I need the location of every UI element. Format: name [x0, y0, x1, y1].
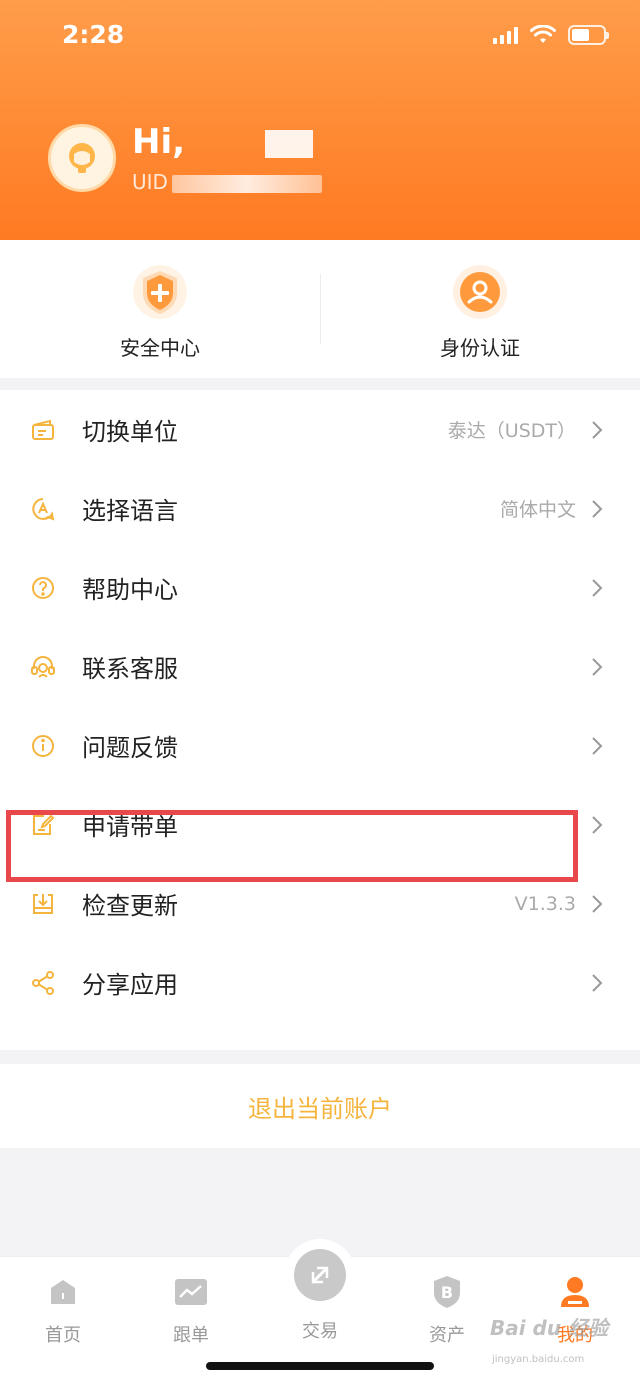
tab-home[interactable]: 首页	[8, 1273, 118, 1347]
chevron-right-icon	[592, 420, 603, 439]
tab-copy-trade[interactable]: 跟单	[136, 1273, 246, 1347]
home-indicator	[206, 1362, 434, 1370]
menu-item-contact-support[interactable]: 联系客服	[0, 627, 640, 706]
watermark-url: jingyan.baidu.com	[492, 1354, 585, 1365]
tab-label: 跟单	[173, 1325, 209, 1346]
identity-verification-label: 身份认证	[440, 336, 520, 360]
profile-header: 2:28 Hi, UID	[0, 0, 640, 240]
watermark: Bai du 经验	[490, 1316, 609, 1340]
logout-button[interactable]: 退出当前账户	[0, 1064, 640, 1148]
menu-item-select-language[interactable]: 选择语言 简体中文	[0, 469, 640, 548]
chevron-right-icon	[592, 499, 603, 518]
avatar-face-icon	[69, 143, 95, 173]
trade-center-button[interactable]	[294, 1249, 346, 1301]
chevron-right-icon	[592, 657, 603, 676]
menu-label: 申请带单	[82, 813, 178, 841]
chevron-right-icon	[592, 894, 603, 913]
shield-plus-icon	[132, 264, 188, 320]
home-icon	[44, 1273, 82, 1311]
menu-label: 检查更新	[82, 892, 178, 920]
avatar[interactable]	[48, 124, 116, 192]
menu-value: 泰达（USDT）	[447, 420, 576, 442]
redacted-username	[265, 129, 314, 158]
language-icon	[30, 496, 56, 522]
update-download-icon	[30, 891, 56, 917]
uid-text: UID	[132, 170, 322, 194]
battery-icon	[568, 25, 609, 45]
user-icon	[556, 1273, 594, 1311]
wallet-card-icon	[30, 417, 56, 443]
chevron-right-icon	[592, 736, 603, 755]
person-badge-icon	[452, 264, 508, 320]
redacted-uid	[171, 174, 322, 193]
status-time: 2:28	[62, 20, 125, 49]
chevron-right-icon	[592, 578, 603, 597]
status-icons	[493, 24, 609, 46]
menu-label: 帮助中心	[82, 576, 178, 604]
menu-label: 选择语言	[82, 497, 178, 525]
tab-label: 交易	[302, 1321, 338, 1342]
tab-label: 首页	[45, 1325, 81, 1346]
menu-item-apply-lead-trading[interactable]: 申请带单	[0, 785, 640, 864]
help-circle-icon	[30, 575, 56, 601]
tab-assets[interactable]: B 资产	[392, 1273, 502, 1347]
menu-label: 联系客服	[82, 655, 178, 683]
menu-label: 分享应用	[82, 971, 178, 999]
uid-label: UID	[132, 170, 168, 194]
menu-item-share-app[interactable]: 分享应用	[0, 943, 640, 1022]
wifi-icon	[530, 25, 556, 43]
headset-icon	[30, 654, 56, 680]
trend-chart-icon	[172, 1273, 210, 1311]
menu-value: 简体中文	[499, 499, 576, 521]
identity-verification-button[interactable]: 身份认证	[320, 240, 640, 378]
quick-divider	[320, 274, 321, 344]
edit-document-icon	[30, 812, 56, 838]
chevron-right-icon	[592, 973, 603, 992]
info-circle-icon	[30, 733, 56, 759]
menu-item-switch-unit[interactable]: 切换单位 泰达（USDT）	[0, 390, 640, 469]
greeting-label: Hi,	[132, 122, 186, 162]
security-center-label: 安全中心	[120, 336, 200, 360]
bitcoin-shield-icon: B	[428, 1273, 466, 1311]
tab-label: 资产	[429, 1325, 465, 1346]
settings-menu: 切换单位 泰达（USDT） 选择语言 简体中文 帮助中心 联系客服 问题反馈 申…	[0, 390, 640, 1050]
tab-trade[interactable]: 交易	[265, 1307, 375, 1343]
menu-label: 问题反馈	[82, 734, 178, 762]
menu-label: 切换单位	[82, 418, 178, 446]
status-bar: 2:28	[0, 0, 640, 70]
menu-item-feedback[interactable]: 问题反馈	[0, 706, 640, 785]
security-center-button[interactable]: 安全中心	[0, 240, 320, 378]
greeting-text: Hi,	[132, 122, 314, 162]
menu-value: V1.3.3	[514, 892, 576, 915]
svg-text:B: B	[441, 1283, 453, 1302]
quick-actions: 安全中心 身份认证	[0, 240, 640, 378]
menu-item-check-update[interactable]: 检查更新 V1.3.3	[0, 864, 640, 943]
chevron-right-icon	[592, 815, 603, 834]
menu-item-help-center[interactable]: 帮助中心	[0, 548, 640, 627]
share-icon	[30, 970, 56, 996]
swap-icon	[311, 1266, 329, 1284]
cellular-signal-icon	[493, 26, 518, 44]
